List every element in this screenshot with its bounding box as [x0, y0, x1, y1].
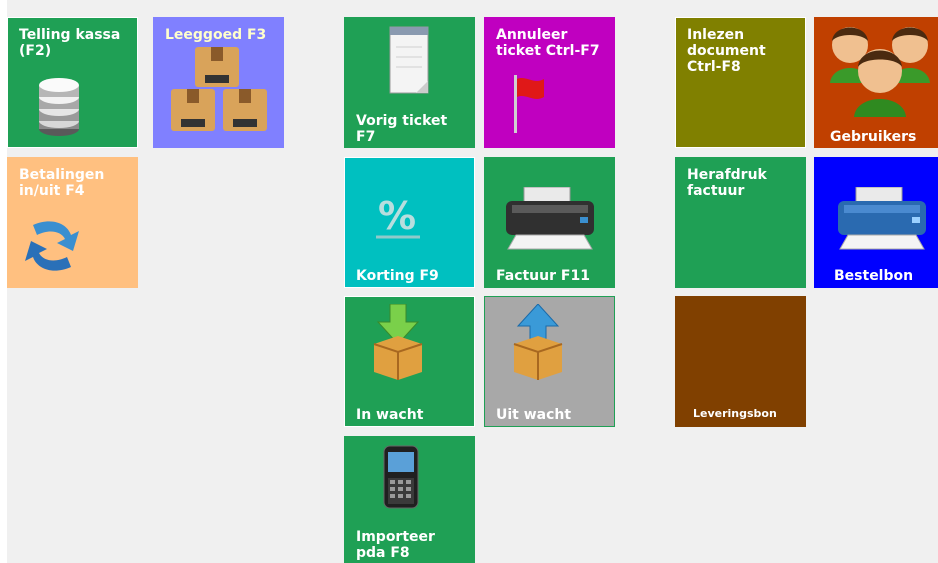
betalingen-label: Betalingen in/uit F4 [19, 167, 105, 199]
importeer-pda-label: Importeer pda F8 [356, 529, 435, 561]
herafdruk-factuur-tile[interactable]: Herafdruk factuur [675, 157, 806, 288]
vorig-ticket-label: Vorig ticket F7 [356, 113, 448, 145]
leeggoed-label: Leeggoed F3 [165, 27, 267, 43]
bestelbon-label: Bestelbon [834, 268, 914, 284]
printer-icon [506, 187, 594, 250]
gebruikers-tile[interactable]: Gebruikers [814, 17, 938, 148]
inlezen-document-label: Inlezen document Ctrl-F8 [687, 27, 766, 75]
printer-icon [838, 187, 926, 250]
svg-text:%: % [378, 194, 416, 238]
annuleer-ticket-label: Annuleer ticket Ctrl-F7 [496, 27, 600, 59]
percent-icon: % [376, 194, 420, 239]
leveringsbon-label: Leveringsbon [693, 407, 777, 420]
users-icon [830, 27, 930, 117]
in-wacht-label: In wacht [356, 407, 424, 423]
red-flag-icon [514, 75, 544, 133]
korting-tile[interactable]: % Korting F9 [344, 157, 475, 288]
function-tile-grid: Telling kassa (F2) Leeggoed F3 Betalinge… [7, 0, 938, 563]
uit-wacht-tile[interactable]: Uit wacht [484, 296, 615, 427]
database-icon [39, 78, 79, 136]
vorig-ticket-tile[interactable]: Vorig ticket F7 [344, 17, 475, 148]
factuur-tile[interactable]: Factuur F11 [484, 157, 615, 288]
uit-wacht-label: Uit wacht [496, 407, 572, 423]
exchange-arrows-icon [25, 221, 79, 271]
betalingen-tile[interactable]: Betalingen in/uit F4 [7, 157, 138, 288]
notepad-icon [389, 26, 429, 94]
smartphone-icon [383, 445, 419, 509]
telling-kassa-label: Telling kassa (F2) [19, 27, 121, 59]
inlezen-document-tile[interactable]: Inlezen document Ctrl-F8 [675, 17, 806, 148]
herafdruk-factuur-label: Herafdruk factuur [687, 167, 767, 199]
leeggoed-tile[interactable]: Leeggoed F3 [153, 17, 284, 148]
bestelbon-tile[interactable]: Bestelbon [814, 157, 938, 288]
factuur-label: Factuur F11 [496, 268, 590, 284]
leveringsbon-tile[interactable]: Leveringsbon [675, 296, 806, 427]
telling-kassa-tile[interactable]: Telling kassa (F2) [7, 17, 138, 148]
gebruikers-label: Gebruikers [830, 129, 917, 145]
boxes-icon [171, 47, 267, 131]
box-up-arrow-icon [513, 304, 563, 380]
annuleer-ticket-tile[interactable]: Annuleer ticket Ctrl-F7 [484, 17, 615, 148]
in-wacht-tile[interactable]: In wacht [344, 296, 475, 427]
box-down-arrow-icon [373, 304, 423, 380]
korting-label: Korting F9 [356, 268, 439, 284]
importeer-pda-tile[interactable]: Importeer pda F8 [344, 436, 475, 563]
